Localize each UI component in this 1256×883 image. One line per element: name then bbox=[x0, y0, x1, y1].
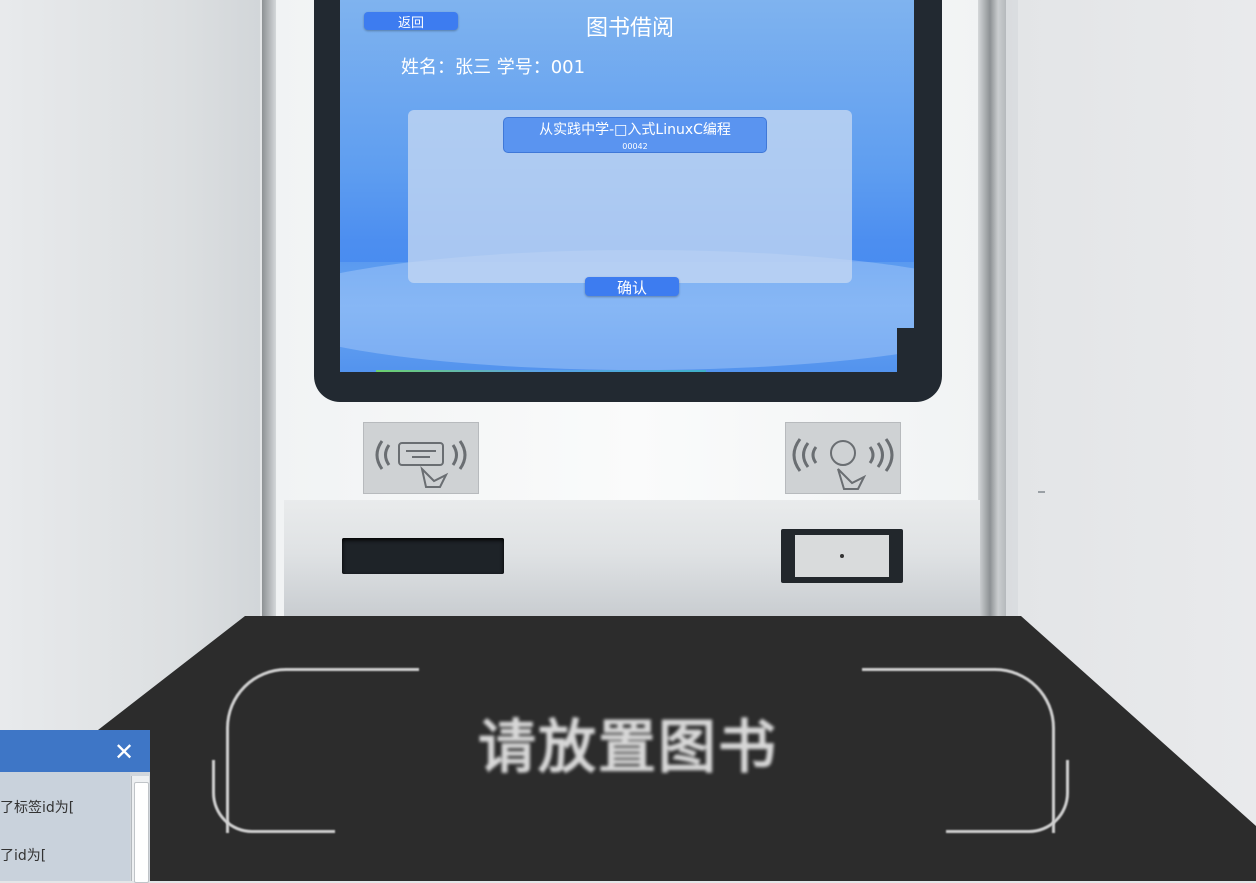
log-line: 了标签id为[ bbox=[0, 800, 75, 816]
scanner-sensor bbox=[840, 554, 844, 558]
rfid-card-icon bbox=[375, 440, 467, 488]
book-list-item[interactable]: 从实践中学-□入式LinuxC编程 00042 bbox=[503, 117, 767, 153]
log-scrollbar-thumb[interactable] bbox=[134, 782, 149, 883]
close-icon[interactable]: ✕ bbox=[111, 739, 137, 765]
log-window-body: 了标签id为[ 了id为[ bbox=[0, 772, 130, 881]
book-id: 00042 bbox=[622, 142, 648, 151]
tray-label: 请放置图书 bbox=[477, 713, 778, 781]
book-title: 从实践中学-□入式LinuxC编程 bbox=[539, 122, 731, 138]
log-line: 了id为[ bbox=[0, 848, 47, 864]
wall-mark bbox=[1038, 491, 1045, 493]
scanner-window bbox=[795, 535, 889, 577]
log-window-header: ✕ bbox=[0, 730, 150, 772]
rfid-tag-icon bbox=[792, 438, 894, 490]
card-slot[interactable] bbox=[342, 538, 504, 574]
back-button[interactable]: 返回 bbox=[364, 12, 458, 31]
screen-taskbar-strip bbox=[376, 370, 706, 372]
page-title: 图书借阅 bbox=[585, 16, 674, 41]
log-scrollbar[interactable] bbox=[131, 776, 149, 883]
screen-notch bbox=[897, 328, 914, 372]
book-list-panel: 从实践中学-□入式LinuxC编程 00042 bbox=[408, 110, 852, 283]
barcode-scanner[interactable] bbox=[781, 529, 903, 583]
log-window: ✕ 了标签id为[ 了id为[ bbox=[0, 730, 150, 883]
kiosk-screen: 返回 图书借阅 姓名：张三 学号：001 从实践中学-□入式LinuxC编程 0… bbox=[340, 0, 914, 372]
confirm-button[interactable]: 确认 bbox=[585, 277, 679, 297]
kiosk-edge-left bbox=[262, 0, 276, 620]
kiosk-edge-right bbox=[978, 0, 998, 620]
user-info: 姓名：张三 学号：001 bbox=[401, 57, 586, 78]
rfid-card-reader-pad[interactable] bbox=[363, 422, 479, 494]
rfid-tag-reader-pad[interactable] bbox=[785, 422, 901, 494]
